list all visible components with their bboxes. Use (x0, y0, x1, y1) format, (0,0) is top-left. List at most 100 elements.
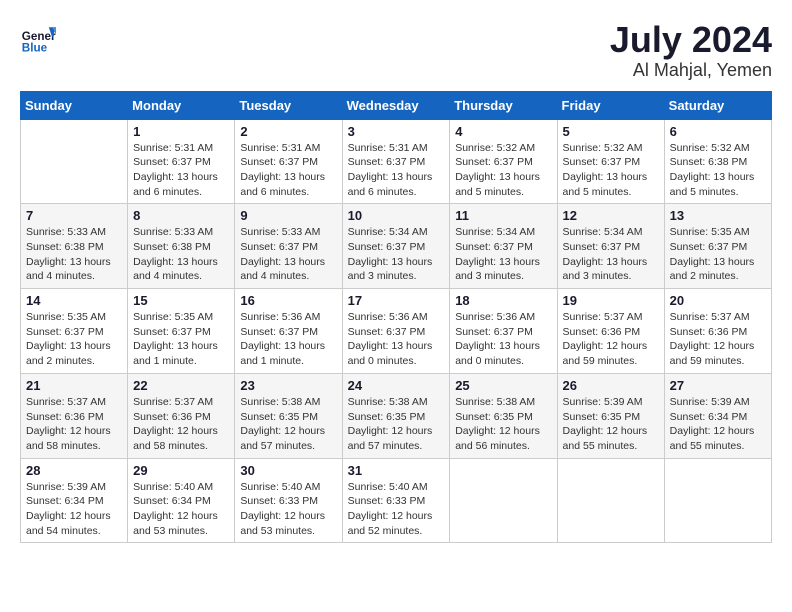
calendar-day-cell: 13 Sunrise: 5:35 AM Sunset: 6:37 PM Dayli… (664, 204, 771, 289)
day-number: 17 (348, 293, 445, 308)
day-number: 5 (563, 124, 659, 139)
calendar-day-cell: 12Sunrise: 5:34 AM Sunset: 6:37 PM Dayli… (557, 204, 664, 289)
weekday-header-cell: Saturday (664, 91, 771, 119)
weekday-header-cell: Thursday (450, 91, 557, 119)
calendar-day-cell: 31 Sunrise: 5:40 AM Sunset: 6:33 PM Dayli… (342, 458, 450, 543)
day-info: Sunrise: 5:31 AM Sunset: 6:37 PM Dayligh… (348, 141, 445, 200)
day-number: 3 (348, 124, 445, 139)
day-number: 1 (133, 124, 229, 139)
day-info: Sunrise: 5:35 AM Sunset: 6:37 PM Dayligh… (670, 225, 766, 284)
day-info: Sunrise: 5:39 AM Sunset: 6:34 PM Dayligh… (26, 480, 122, 539)
calendar-day-cell: 1 Sunrise: 5:31 AM Sunset: 6:37 PM Daylig… (128, 119, 235, 204)
calendar-day-cell: 25 Sunrise: 5:38 AM Sunset: 6:35 PM Dayli… (450, 373, 557, 458)
calendar-day-cell: 10 Sunrise: 5:34 AM Sunset: 6:37 PM Dayli… (342, 204, 450, 289)
calendar-day-cell: 18Sunrise: 5:36 AM Sunset: 6:37 PM Dayli… (450, 289, 557, 374)
day-info: Sunrise: 5:34 AM Sunset: 6:37 PM Dayligh… (348, 225, 445, 284)
logo-icon: General Blue (20, 20, 56, 56)
calendar-week-row: 21Sunrise: 5:37 AM Sunset: 6:36 PM Dayli… (21, 373, 772, 458)
calendar-day-cell: 9 Sunrise: 5:33 AM Sunset: 6:37 PM Daylig… (235, 204, 342, 289)
day-number: 14 (26, 293, 122, 308)
day-number: 16 (240, 293, 336, 308)
calendar-day-cell: 30 Sunrise: 5:40 AM Sunset: 6:33 PM Dayli… (235, 458, 342, 543)
day-info: Sunrise: 5:40 AM Sunset: 6:33 PM Dayligh… (240, 480, 336, 539)
calendar-day-cell: 22Sunrise: 5:37 AM Sunset: 6:36 PM Dayli… (128, 373, 235, 458)
calendar-day-cell: 19 Sunrise: 5:37 AM Sunset: 6:36 PM Dayli… (557, 289, 664, 374)
day-info: Sunrise: 5:39 AM Sunset: 6:34 PM Dayligh… (670, 395, 766, 454)
day-number: 6 (670, 124, 766, 139)
day-number: 19 (563, 293, 659, 308)
day-info: Sunrise: 5:38 AM Sunset: 6:35 PM Dayligh… (455, 395, 551, 454)
calendar-day-cell: 23 Sunrise: 5:38 AM Sunset: 6:35 PM Dayli… (235, 373, 342, 458)
calendar-week-row: 28 Sunrise: 5:39 AM Sunset: 6:34 PM Dayli… (21, 458, 772, 543)
day-number: 30 (240, 463, 336, 478)
calendar-day-cell: 21Sunrise: 5:37 AM Sunset: 6:36 PM Dayli… (21, 373, 128, 458)
day-info: Sunrise: 5:31 AM Sunset: 6:37 PM Dayligh… (133, 141, 229, 200)
calendar-day-cell: 28 Sunrise: 5:39 AM Sunset: 6:34 PM Dayli… (21, 458, 128, 543)
day-number: 13 (670, 208, 766, 223)
day-number: 11 (455, 208, 551, 223)
day-info: Sunrise: 5:40 AM Sunset: 6:34 PM Dayligh… (133, 480, 229, 539)
day-info: Sunrise: 5:34 AM Sunset: 6:37 PM Dayligh… (563, 225, 659, 284)
calendar-day-cell: 16 Sunrise: 5:36 AM Sunset: 6:37 PM Dayli… (235, 289, 342, 374)
calendar-day-cell: 29 Sunrise: 5:40 AM Sunset: 6:34 PM Dayli… (128, 458, 235, 543)
calendar-day-cell: 27 Sunrise: 5:39 AM Sunset: 6:34 PM Dayli… (664, 373, 771, 458)
day-number: 24 (348, 378, 445, 393)
day-info: Sunrise: 5:33 AM Sunset: 6:37 PM Dayligh… (240, 225, 336, 284)
day-info: Sunrise: 5:36 AM Sunset: 6:37 PM Dayligh… (240, 310, 336, 369)
day-number: 23 (240, 378, 336, 393)
day-number: 25 (455, 378, 551, 393)
day-info: Sunrise: 5:33 AM Sunset: 6:38 PM Dayligh… (26, 225, 122, 284)
day-info: Sunrise: 5:33 AM Sunset: 6:38 PM Dayligh… (133, 225, 229, 284)
calendar-day-cell: 3 Sunrise: 5:31 AM Sunset: 6:37 PM Daylig… (342, 119, 450, 204)
day-info: Sunrise: 5:32 AM Sunset: 6:37 PM Dayligh… (563, 141, 659, 200)
calendar-day-cell: 26 Sunrise: 5:39 AM Sunset: 6:35 PM Dayli… (557, 373, 664, 458)
calendar-day-cell: 24Sunrise: 5:38 AM Sunset: 6:35 PM Dayli… (342, 373, 450, 458)
calendar-day-cell: 20Sunrise: 5:37 AM Sunset: 6:36 PM Dayli… (664, 289, 771, 374)
weekday-header-cell: Friday (557, 91, 664, 119)
day-info: Sunrise: 5:36 AM Sunset: 6:37 PM Dayligh… (455, 310, 551, 369)
calendar-day-cell (664, 458, 771, 543)
calendar-header-row: SundayMondayTuesdayWednesdayThursdayFrid… (21, 91, 772, 119)
day-info: Sunrise: 5:31 AM Sunset: 6:37 PM Dayligh… (240, 141, 336, 200)
day-number: 15 (133, 293, 229, 308)
day-info: Sunrise: 5:34 AM Sunset: 6:37 PM Dayligh… (455, 225, 551, 284)
day-number: 31 (348, 463, 445, 478)
day-number: 21 (26, 378, 122, 393)
day-info: Sunrise: 5:37 AM Sunset: 6:36 PM Dayligh… (670, 310, 766, 369)
month-title: July 2024 (610, 20, 772, 60)
calendar-day-cell: 14 Sunrise: 5:35 AM Sunset: 6:37 PM Dayli… (21, 289, 128, 374)
calendar-week-row: 14 Sunrise: 5:35 AM Sunset: 6:37 PM Dayli… (21, 289, 772, 374)
day-info: Sunrise: 5:40 AM Sunset: 6:33 PM Dayligh… (348, 480, 445, 539)
weekday-header-cell: Wednesday (342, 91, 450, 119)
page-header: General Blue July 2024 Al Mahjal, Yemen (20, 20, 772, 81)
day-info: Sunrise: 5:35 AM Sunset: 6:37 PM Dayligh… (26, 310, 122, 369)
calendar-day-cell: 8Sunrise: 5:33 AM Sunset: 6:38 PM Daylig… (128, 204, 235, 289)
day-number: 22 (133, 378, 229, 393)
day-info: Sunrise: 5:37 AM Sunset: 6:36 PM Dayligh… (563, 310, 659, 369)
calendar-day-cell (21, 119, 128, 204)
calendar-day-cell: 11 Sunrise: 5:34 AM Sunset: 6:37 PM Dayli… (450, 204, 557, 289)
logo: General Blue (20, 20, 56, 56)
calendar-day-cell: 5 Sunrise: 5:32 AM Sunset: 6:37 PM Daylig… (557, 119, 664, 204)
day-info: Sunrise: 5:36 AM Sunset: 6:37 PM Dayligh… (348, 310, 445, 369)
calendar-table: SundayMondayTuesdayWednesdayThursdayFrid… (20, 91, 772, 544)
calendar-body: 1 Sunrise: 5:31 AM Sunset: 6:37 PM Daylig… (21, 119, 772, 543)
calendar-day-cell: 7Sunrise: 5:33 AM Sunset: 6:38 PM Daylig… (21, 204, 128, 289)
calendar-day-cell: 17 Sunrise: 5:36 AM Sunset: 6:37 PM Dayli… (342, 289, 450, 374)
day-number: 26 (563, 378, 659, 393)
day-number: 9 (240, 208, 336, 223)
calendar-day-cell: 2 Sunrise: 5:31 AM Sunset: 6:37 PM Daylig… (235, 119, 342, 204)
day-info: Sunrise: 5:38 AM Sunset: 6:35 PM Dayligh… (240, 395, 336, 454)
day-number: 2 (240, 124, 336, 139)
day-info: Sunrise: 5:32 AM Sunset: 6:37 PM Dayligh… (455, 141, 551, 200)
weekday-header-cell: Monday (128, 91, 235, 119)
calendar-week-row: 1 Sunrise: 5:31 AM Sunset: 6:37 PM Daylig… (21, 119, 772, 204)
day-number: 10 (348, 208, 445, 223)
day-number: 27 (670, 378, 766, 393)
day-number: 29 (133, 463, 229, 478)
location-title: Al Mahjal, Yemen (610, 60, 772, 81)
day-number: 28 (26, 463, 122, 478)
calendar-day-cell: 4Sunrise: 5:32 AM Sunset: 6:37 PM Daylig… (450, 119, 557, 204)
day-info: Sunrise: 5:39 AM Sunset: 6:35 PM Dayligh… (563, 395, 659, 454)
calendar-day-cell (450, 458, 557, 543)
